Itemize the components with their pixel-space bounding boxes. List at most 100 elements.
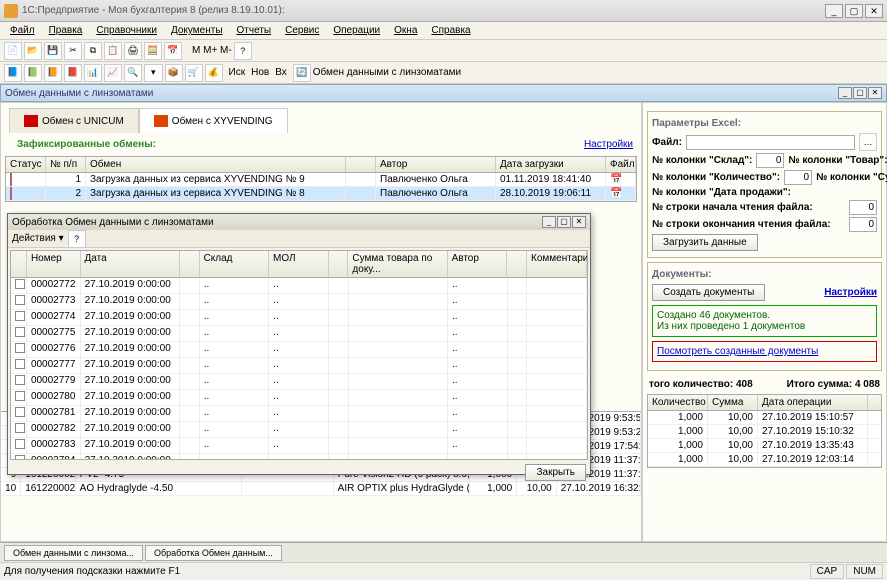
grid-header[interactable]: Файл [606, 157, 636, 172]
subwin-close[interactable]: ✕ [868, 87, 882, 99]
checkbox[interactable] [15, 311, 25, 321]
grid-header[interactable]: Автор [448, 251, 508, 277]
tb2-icon[interactable]: 💰 [205, 64, 223, 82]
tb2-icon[interactable]: 🔍 [124, 64, 142, 82]
taskbar-item[interactable]: Обмен данными с линзома... [4, 545, 143, 561]
checkbox[interactable] [15, 455, 25, 460]
table-row[interactable]: 0000277727.10.2019 0:00:00...... [11, 358, 587, 374]
tool-new-icon[interactable]: 📄 [4, 42, 22, 60]
checkbox[interactable] [15, 439, 25, 449]
tb2-icon[interactable]: 📦 [165, 64, 183, 82]
table-row[interactable]: 101612200021AO Hydraglyde -4.50AIR OPTIX… [1, 482, 641, 496]
checkbox[interactable] [15, 279, 25, 289]
grid-header[interactable]: Автор [376, 157, 496, 172]
grid-header[interactable]: Сумма товара по доку... [348, 251, 447, 277]
tb2-ex-label[interactable]: Вх [275, 67, 287, 78]
checkbox[interactable] [15, 423, 25, 433]
memory-buttons[interactable]: М М+ М- [192, 45, 232, 56]
grid-header[interactable] [180, 251, 200, 277]
table-row[interactable]: 1Загрузка данных из сервиса XYVENDING № … [6, 173, 636, 187]
dlg-close-button[interactable]: Закрыть [525, 464, 586, 481]
tool-copy-icon[interactable]: ⧉ [84, 42, 102, 60]
tool-calc-icon[interactable]: 🧮 [144, 42, 162, 60]
minimize-button[interactable]: _ [825, 4, 843, 18]
checkbox[interactable] [15, 343, 25, 353]
tool-save-icon[interactable]: 💾 [44, 42, 62, 60]
dlg-close[interactable]: ✕ [572, 216, 586, 228]
menu-item[interactable]: Окна [388, 24, 423, 37]
tb2-icon[interactable]: 📈 [104, 64, 122, 82]
table-row[interactable]: 0000278127.10.2019 0:00:00...... [11, 406, 587, 422]
tb2-icon[interactable]: 🛒 [185, 64, 203, 82]
row-start-input[interactable] [849, 200, 877, 215]
grid-header[interactable]: Номер [27, 251, 81, 277]
table-row[interactable]: 0000278327.10.2019 0:00:00...... [11, 438, 587, 454]
file-browse-icon[interactable]: … [859, 133, 877, 151]
table-row[interactable]: 1,00010,0027.10.2019 12:03:14 [648, 453, 881, 467]
tb2-dropdown[interactable]: ▾ [144, 64, 163, 82]
checkbox[interactable] [15, 327, 25, 337]
table-row[interactable]: 0000277527.10.2019 0:00:00...... [11, 326, 587, 342]
checkbox[interactable] [15, 407, 25, 417]
table-row[interactable]: 0000277227.10.2019 0:00:00...... [11, 278, 587, 294]
subwin-minimize[interactable]: _ [838, 87, 852, 99]
tool-help-icon[interactable]: ? [234, 42, 252, 60]
tool-calendar-icon[interactable]: 📅 [164, 42, 182, 60]
close-button[interactable]: ✕ [865, 4, 883, 18]
dlg-minimize[interactable]: _ [542, 216, 556, 228]
grid-header[interactable]: Обмен [86, 157, 346, 172]
tb2-exchange-label[interactable]: Обмен данными с линзоматами [313, 67, 461, 78]
menu-item[interactable]: Отчеты [231, 24, 278, 37]
menu-item[interactable]: Справка [425, 24, 476, 37]
table-row[interactable]: 0000278227.10.2019 0:00:00...... [11, 422, 587, 438]
dlg-actions-menu[interactable]: Действия ▾ [12, 233, 64, 244]
grid-header[interactable]: Дата операции [758, 395, 868, 410]
file-input[interactable] [686, 135, 855, 150]
tool-cut-icon[interactable]: ✂ [64, 42, 82, 60]
tb2-icon[interactable]: 📘 [4, 64, 22, 82]
table-row[interactable]: 0000277427.10.2019 0:00:00...... [11, 310, 587, 326]
docs-settings-link[interactable]: Настройки [824, 287, 877, 298]
grid-header[interactable] [346, 157, 376, 172]
tb2-icon[interactable]: 📕 [64, 64, 82, 82]
dlg-help-icon[interactable]: ? [68, 230, 86, 248]
table-row[interactable]: 1,00010,0027.10.2019 15:10:32 [648, 425, 881, 439]
tool-paste-icon[interactable]: 📋 [104, 42, 122, 60]
tb2-new-label[interactable]: Нов [251, 67, 269, 78]
subwin-maximize[interactable]: ▢ [853, 87, 867, 99]
checkbox[interactable] [15, 359, 25, 369]
grid-header[interactable] [507, 251, 527, 277]
menu-item[interactable]: Файл [4, 24, 41, 37]
table-row[interactable]: 0000277627.10.2019 0:00:00...... [11, 342, 587, 358]
tool-open-icon[interactable]: 📂 [24, 42, 42, 60]
maximize-button[interactable]: ▢ [845, 4, 863, 18]
grid-header[interactable] [329, 251, 349, 277]
tb2-icon[interactable]: 📗 [24, 64, 42, 82]
menu-item[interactable]: Сервис [279, 24, 325, 37]
row-end-input[interactable] [849, 217, 877, 232]
col-kol-input[interactable] [784, 170, 812, 185]
tb2-exchange-icon[interactable]: 🔄 [293, 64, 311, 82]
tab-unicum[interactable]: Обмен с UNICUM [9, 108, 139, 133]
taskbar-item[interactable]: Обработка Обмен данным... [145, 545, 282, 561]
table-row[interactable]: 0000277327.10.2019 0:00:00...... [11, 294, 587, 310]
table-row[interactable]: 1,00010,0027.10.2019 15:10:57 [648, 411, 881, 425]
table-row[interactable]: 0000278427.10.2019 0:00:00...... [11, 454, 587, 460]
dlg-maximize[interactable]: ▢ [557, 216, 571, 228]
table-row[interactable]: 1,00010,0027.10.2019 13:35:43 [648, 439, 881, 453]
menu-item[interactable]: Правка [43, 24, 89, 37]
checkbox[interactable] [15, 391, 25, 401]
table-row[interactable]: 0000277927.10.2019 0:00:00...... [11, 374, 587, 390]
grid-header[interactable]: Статус [6, 157, 46, 172]
checkbox[interactable] [15, 295, 25, 305]
create-docs-button[interactable]: Создать документы [652, 284, 765, 301]
load-data-button[interactable]: Загрузить данные [652, 234, 758, 251]
checkbox[interactable] [15, 375, 25, 385]
tab-xyvending[interactable]: Обмен с XYVENDING [139, 108, 288, 133]
grid-header[interactable]: Дата загрузки [496, 157, 606, 172]
tool-print-icon[interactable]: 🖨 [124, 42, 142, 60]
col-sklad-input[interactable] [756, 153, 784, 168]
settings-link[interactable]: Настройки [584, 139, 633, 150]
menu-item[interactable]: Документы [165, 24, 229, 37]
grid-header[interactable] [11, 251, 27, 277]
